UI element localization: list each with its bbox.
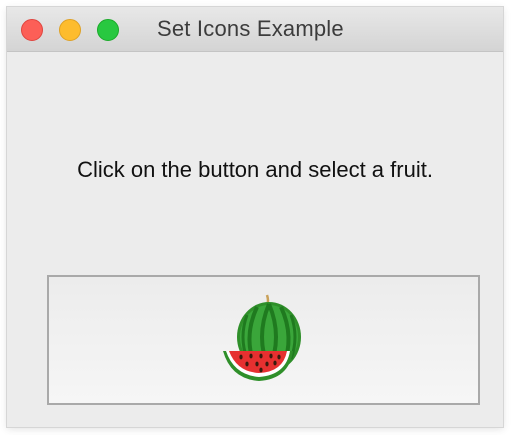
fruit-select-button[interactable] bbox=[47, 275, 480, 405]
window-title: Set Icons Example bbox=[157, 16, 344, 41]
app-window: Set Icons Example Click on the button an… bbox=[7, 7, 503, 427]
instruction-label: Click on the button and select a fruit. bbox=[77, 157, 433, 182]
title-bar[interactable]: Set Icons Example bbox=[7, 7, 503, 52]
watermelon-icon bbox=[223, 294, 301, 381]
